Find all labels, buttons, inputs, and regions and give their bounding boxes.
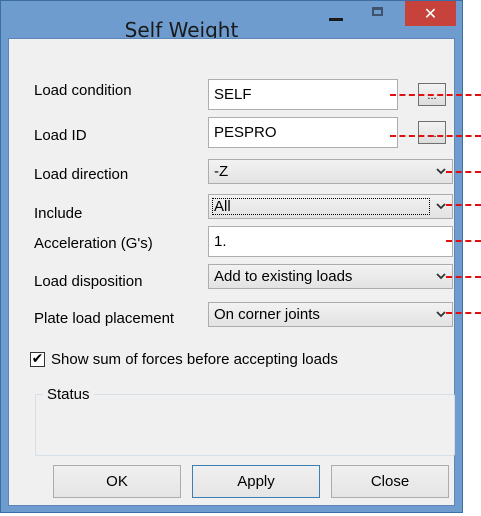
load-id-field[interactable]: PESPRO [208,117,398,148]
maximize-icon[interactable] [372,7,383,16]
title-bar[interactable]: Self Weight ✕ [1,1,462,42]
acceleration-field[interactable]: 1. [208,226,453,257]
show-sum-checkbox[interactable]: ✔ [30,352,45,367]
show-sum-label[interactable]: Show sum of forces before accepting load… [51,351,338,369]
chevron-down-icon [436,168,446,175]
chevron-down-icon [436,203,446,210]
ok-button[interactable]: OK [53,465,181,498]
annotation-line [446,276,481,278]
close-button[interactable]: Close [331,465,449,498]
plate-load-placement-select[interactable]: On corner joints [208,302,453,327]
annotation-line [390,135,481,137]
include-select[interactable]: All [208,194,453,219]
acceleration-label: Acceleration (G's) [34,235,153,252]
checkmark-icon: ✔ [31,351,44,367]
annotation-line [446,312,481,314]
load-disposition-label: Load disposition [34,273,143,290]
load-disposition-select[interactable]: Add to existing loads [208,264,453,289]
minimize-icon[interactable] [329,18,343,21]
focus-rectangle [212,198,430,215]
load-condition-label: Load condition [34,82,132,99]
annotation-line [446,204,481,206]
plate-load-placement-label: Plate load placement [34,310,175,327]
annotation-line [446,240,481,242]
load-id-label: Load ID [34,127,87,144]
status-group [35,394,455,456]
annotation-line [390,94,481,96]
load-id-browse-button[interactable]: ... [418,121,446,144]
plate-load-placement-value: On corner joints [214,306,320,323]
close-icon[interactable]: ✕ [405,1,456,26]
load-direction-select[interactable]: -Z [208,159,453,184]
annotation-line [446,171,481,173]
include-label: Include [34,205,83,222]
load-condition-field[interactable]: SELF [208,79,398,110]
chevron-down-icon [436,311,446,318]
status-group-label: Status [43,386,94,404]
load-direction-value: -Z [214,163,229,180]
load-disposition-value: Add to existing loads [214,268,353,285]
chevron-down-icon [436,273,446,280]
load-direction-label: Load direction [34,166,129,183]
apply-button[interactable]: Apply [192,465,320,498]
